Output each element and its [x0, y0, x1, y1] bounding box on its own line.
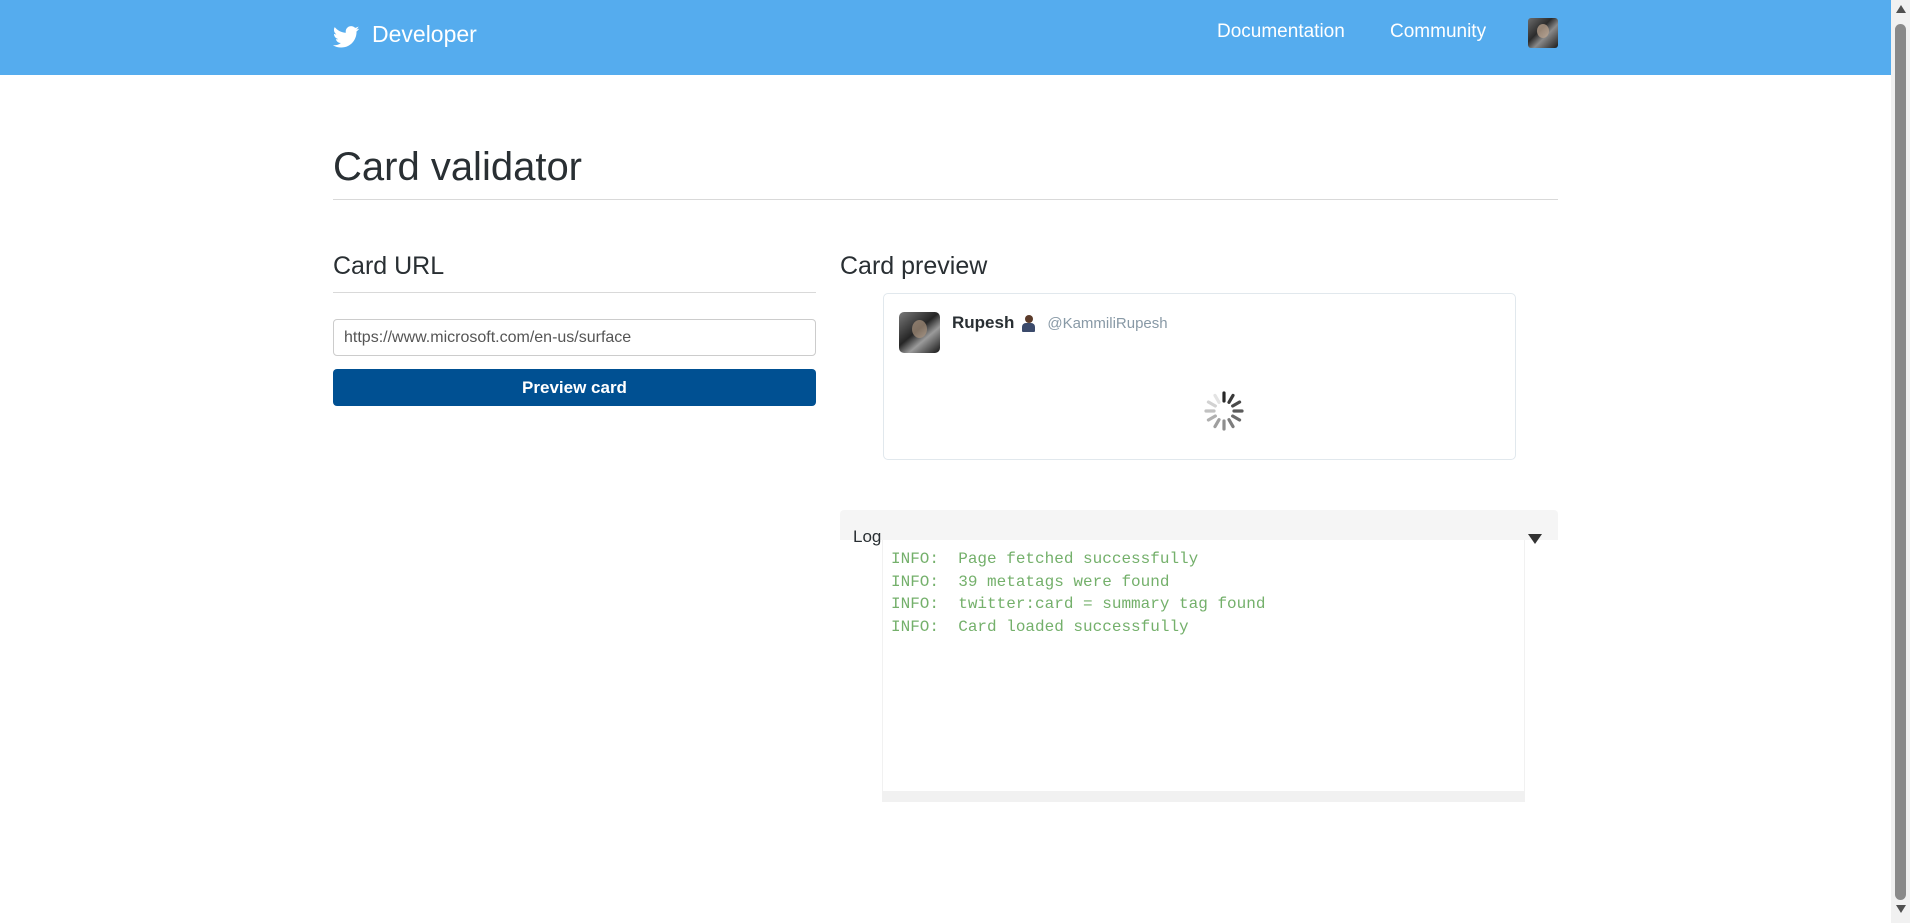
title-divider [333, 199, 1558, 200]
log-line: INFO: Card loaded successfully [891, 617, 1189, 636]
page-vertical-scrollbar[interactable] [1891, 0, 1910, 923]
card-user-name: Rupesh [952, 313, 1015, 332]
log-line: INFO: Page fetched successfully [891, 550, 1199, 568]
spinner-tick [1227, 418, 1235, 429]
card-preview-heading: Card preview [840, 252, 988, 280]
card-user-handle: @KammiliRupesh [1047, 314, 1168, 332]
scroll-down-arrow-icon[interactable] [1896, 905, 1906, 913]
spinner-tick [1227, 393, 1235, 404]
card-preview-box: Rupesh @KammiliRupesh [883, 293, 1516, 460]
card-user-avatar [899, 312, 940, 353]
scroll-up-arrow-icon[interactable] [1896, 5, 1906, 13]
log-output: INFO: Page fetched successfully INFO: 39… [882, 540, 1525, 791]
brand-label: Developer [372, 20, 477, 47]
spinner-tick [1231, 400, 1242, 408]
spinner-tick [1206, 414, 1217, 422]
caret-down-icon[interactable] [1528, 534, 1542, 544]
page: Developer Documentation Community Card v… [0, 0, 1910, 923]
person-emoji-icon [1022, 314, 1036, 332]
preview-card-button[interactable]: Preview card [333, 369, 816, 406]
loading-spinner-icon [1204, 391, 1244, 431]
brand-link[interactable]: Developer [333, 16, 477, 52]
card-user-info: Rupesh @KammiliRupesh [952, 312, 1168, 334]
page-title: Card validator [333, 145, 583, 189]
scrollbar-thumb[interactable] [1895, 24, 1906, 900]
spinner-tick [1213, 393, 1221, 404]
user-avatar[interactable] [1528, 18, 1558, 48]
log-line: INFO: twitter:card = summary tag found [891, 595, 1266, 613]
nav-documentation[interactable]: Documentation [1217, 0, 1345, 63]
nav-documentation-label[interactable]: Documentation [1217, 21, 1345, 43]
nav-community-label[interactable]: Community [1390, 21, 1486, 43]
spinner-tick [1213, 418, 1221, 429]
log-horizontal-scrollbar[interactable] [882, 791, 1525, 802]
card-url-input[interactable] [333, 319, 816, 356]
card-url-heading: Card URL [333, 252, 445, 280]
twitter-bird-icon [333, 26, 360, 48]
log-label: Log [853, 527, 882, 546]
spinner-tick [1206, 400, 1217, 408]
top-navbar: Developer Documentation Community [0, 0, 1891, 75]
log-panel-header[interactable]: Log [840, 510, 1558, 546]
card-url-divider [333, 292, 816, 293]
log-line: INFO: 39 metatags were found [891, 572, 1170, 591]
nav-community[interactable]: Community [1390, 0, 1486, 63]
spinner-tick [1231, 414, 1242, 422]
